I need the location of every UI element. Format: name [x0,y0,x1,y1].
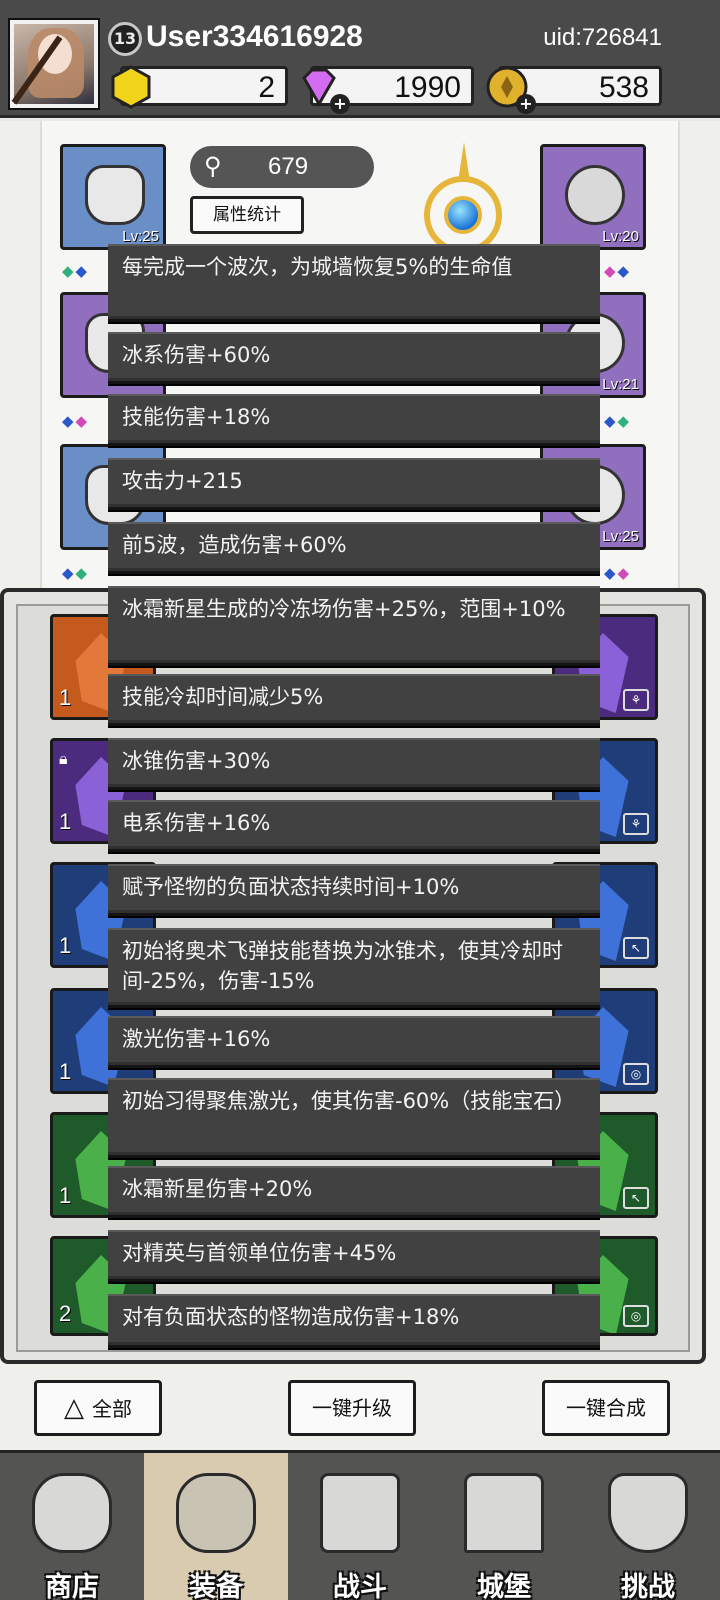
nav-challenge[interactable]: 挑战 [576,1453,720,1600]
tooltip-line: 每完成一个波次，为城墙恢复5%的生命值 [108,244,600,322]
add-coin-button[interactable]: + [516,94,536,114]
socket-indicators: ◆◆ [604,412,632,430]
tooltip-line: 激光伤害+16% [108,1016,600,1068]
combat-power: ⚲ 679 [190,146,374,188]
coin-value: 538 [598,71,649,104]
tooltip-line: 冰霜新星伤害+20% [108,1166,600,1218]
shop-icon [32,1473,112,1553]
gold-gem-icon [111,65,151,109]
filter-all-label: 全部 [92,1397,132,1421]
combat-power-value: 679 [268,153,309,180]
gem-count: 1 [59,933,72,958]
equipment-level: Lv:25 [602,528,639,545]
shield-icon [608,1473,688,1553]
one-click-merge-button[interactable]: 一键合成 [542,1380,670,1436]
socket-indicators: ◆◆ [604,262,632,280]
equipment-level: Lv:20 [602,228,639,245]
crossed-swords-icon [320,1473,400,1553]
power-icon: ⚲ [204,153,222,180]
attribute-stats-button[interactable]: 属性统计 [190,196,304,234]
backpack-icon [176,1473,256,1553]
tooltip-line: 对精英与首领单位伤害+45% [108,1230,600,1282]
gem-count: 1 [59,1059,72,1084]
diamond-value: 1990 [394,71,461,104]
gem-type-icon: ⚘ [623,813,649,835]
gold-gem-value: 2 [258,71,275,104]
equipment-slot-amulet[interactable]: Lv:20 [540,144,646,250]
nav-shop-label: 商店 [45,1572,99,1600]
username: User334616928 [146,20,363,53]
tooltip-line: 冰锥伤害+30% [108,738,600,790]
tooltip-line: 电系伤害+16% [108,800,600,852]
socket-indicators: ◆◆ [62,412,90,430]
nav-battle[interactable]: 战斗 [288,1453,432,1600]
tooltip-line: 冰霜新星生成的冷冻场伤害+25%，范围+10% [108,586,600,666]
player-avatar[interactable] [10,20,98,108]
gem-count: 2 [59,1301,72,1326]
nav-equipment[interactable]: 装备 [144,1453,288,1600]
equipment-level: Lv:25 [122,228,159,245]
socket-indicators: ◆◆ [62,262,90,280]
triangle-icon: △ [64,1393,84,1423]
tooltip-line: 冰系伤害+60% [108,332,600,384]
gem-count: 1 [59,809,72,834]
lock-icon: 🔒︎ [59,749,68,768]
nav-battle-label: 战斗 [333,1572,387,1600]
staff-orb-icon [444,196,482,234]
gem-type-icon: ↖ [623,1187,649,1209]
gem-type-icon: ↖ [623,937,649,959]
gem-type-icon: ⚘ [623,689,649,711]
gem-type-icon: ◎ [623,1305,649,1327]
tooltip-line: 技能冷却时间减少5% [108,674,600,726]
tooltip-line: 攻击力+215 [108,458,600,510]
socket-indicators: ◆◆ [604,564,632,582]
add-diamond-button[interactable]: + [330,94,350,114]
nav-equipment-label: 装备 [189,1572,243,1600]
castle-icon [464,1473,544,1553]
one-click-upgrade-button[interactable]: 一键升级 [288,1380,416,1436]
filter-all-button[interactable]: △ 全部 [34,1380,162,1436]
nav-castle-label: 城堡 [477,1572,531,1600]
bottom-navigation: 商店 装备 战斗 城堡 挑战 [0,1450,720,1600]
gem-type-icon: ◎ [623,1063,649,1085]
tooltip-line: 前5波，造成伤害+60% [108,522,600,574]
top-bar: 13 User334616928 uid:726841 2 1990 + 538… [0,0,720,118]
nav-challenge-label: 挑战 [621,1572,675,1600]
user-id: uid:726841 [543,24,662,51]
nav-shop[interactable]: 商店 [0,1453,144,1600]
tooltip-line: 初始将奥术飞弹技能替换为冰锥术，使其冷却时间-25%，伤害-15% [108,928,600,1008]
tooltip-line: 赋予怪物的负面状态持续时间+10% [108,864,600,916]
tooltip-line: 初始习得聚焦激光，使其伤害-60%（技能宝石） [108,1078,600,1158]
equipment-slot-helmet[interactable]: Lv:25 [60,144,166,250]
tooltip-line: 技能伤害+18% [108,394,600,446]
gem-count: 1 [59,1183,72,1208]
player-level-badge: 13 [108,22,142,56]
tooltip-line: 对有负面状态的怪物造成伤害+18% [108,1294,600,1348]
equipment-level: Lv:21 [602,376,639,393]
gem-count: 1 [59,685,72,710]
socket-indicators: ◆◆ [62,564,90,582]
nav-castle[interactable]: 城堡 [432,1453,576,1600]
